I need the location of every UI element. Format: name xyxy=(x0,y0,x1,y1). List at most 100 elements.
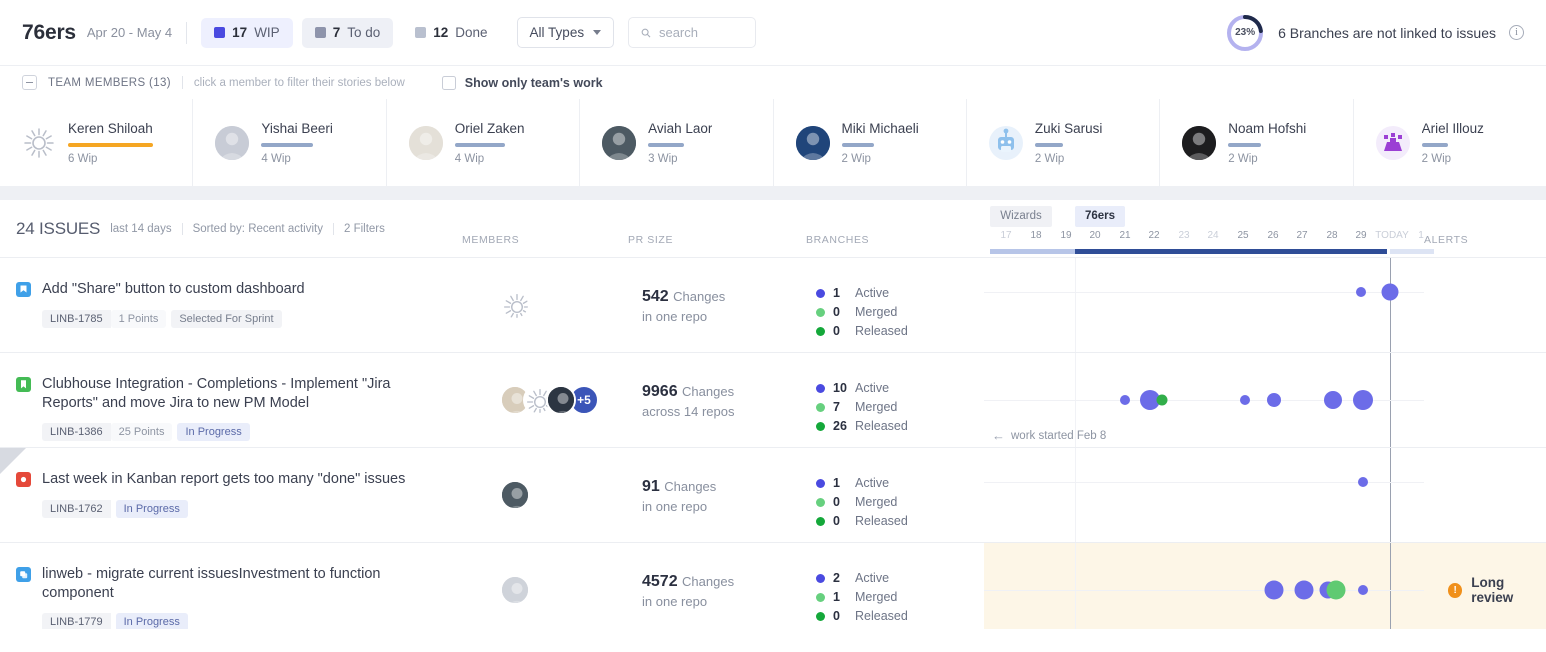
status-filter-wip[interactable]: 17 WIP xyxy=(201,17,293,48)
alert-badge[interactable]: ! Long review xyxy=(1448,575,1546,605)
team-member-name: Keren Shiloah xyxy=(68,120,153,136)
status-label: WIP xyxy=(254,25,280,40)
branch-count: 1 xyxy=(833,286,840,300)
branch-count: 10 xyxy=(833,381,847,395)
column-header-members: MEMBERS xyxy=(462,233,520,246)
status-filter-done[interactable]: 12 Done xyxy=(402,18,500,48)
table-row[interactable]: Last week in Kanban report gets too many… xyxy=(0,448,1546,543)
checkbox[interactable] xyxy=(441,75,456,90)
timeline-tick: 21 xyxy=(1119,230,1131,241)
timeline-cell[interactable] xyxy=(984,258,1424,352)
issue-cell[interactable]: Last week in Kanban report gets too many… xyxy=(0,448,462,542)
issues-table-body[interactable]: Add "Share" button to custom dashboard LI… xyxy=(0,258,1546,629)
issue-title[interactable]: linweb - migrate current issuesInvestmen… xyxy=(42,565,442,602)
checkbox-label: Show only team's work xyxy=(464,75,603,90)
show-only-team-work-toggle[interactable]: Show only team's work xyxy=(441,75,603,90)
info-icon[interactable]: i xyxy=(1509,25,1524,40)
issue-title[interactable]: Clubhouse Integration - Completions - Im… xyxy=(42,375,442,412)
timeline-tick: 22 xyxy=(1148,230,1160,241)
section-divider xyxy=(0,186,1546,200)
issues-filters[interactable]: 2 Filters xyxy=(344,223,385,235)
team-member-card[interactable]: Ariel Illouz 2 Wip xyxy=(1352,99,1546,186)
team-member-wip-count: 2 Wip xyxy=(1421,152,1452,165)
issue-cell[interactable]: Add "Share" button to custom dashboard LI… xyxy=(0,258,462,352)
issue-cell[interactable]: Clubhouse Integration - Completions - Im… xyxy=(0,353,462,447)
commit-bubble[interactable] xyxy=(1324,391,1342,409)
commit-bubble[interactable] xyxy=(1358,585,1368,595)
issue-status-badge: In Progress xyxy=(115,499,188,518)
team-member-wip-bar xyxy=(841,142,874,147)
timeline-cell[interactable] xyxy=(984,448,1424,542)
branch-status-dot xyxy=(816,326,825,336)
commit-bubble[interactable] xyxy=(1156,394,1168,406)
commit-bubble[interactable] xyxy=(1294,580,1314,600)
team-member-card[interactable]: Aviah Laor 3 Wip xyxy=(579,99,772,186)
issue-key[interactable]: LINB-1386 xyxy=(42,423,111,442)
commit-bubble[interactable] xyxy=(1381,283,1399,301)
branch-label: Active xyxy=(855,286,890,300)
timeline-cell[interactable] xyxy=(984,543,1424,629)
team-member-card[interactable]: Miki Michaeli 2 Wip xyxy=(772,99,966,186)
status-swatch xyxy=(415,27,427,38)
team-member-card[interactable]: Noam Hofshi 2 Wip xyxy=(1159,99,1352,186)
commit-bubble[interactable] xyxy=(1358,477,1368,487)
branch-count: 2 xyxy=(833,571,840,585)
issue-text-block: Last week in Kanban report gets too many… xyxy=(42,470,405,542)
team-member-card[interactable]: Yishai Beeri 4 Wip xyxy=(192,99,385,186)
branch-label: Merged xyxy=(855,305,898,319)
commit-bubble[interactable] xyxy=(1326,580,1346,600)
sprint-bar xyxy=(1390,249,1434,254)
table-row[interactable]: Add "Share" button to custom dashboard LI… xyxy=(0,258,1546,353)
issue-tags: LINB-1785 1 Points Selected For Sprint xyxy=(42,309,305,328)
sprint-tag[interactable]: Wizards xyxy=(990,206,1052,227)
issue-key[interactable]: LINB-1779 xyxy=(42,613,111,629)
donut-percent-label: 23% xyxy=(1235,27,1256,38)
issue-member-stack[interactable] xyxy=(500,575,530,605)
issue-key[interactable]: LINB-1762 xyxy=(42,499,111,518)
table-row[interactable]: Clubhouse Integration - Completions - Im… xyxy=(0,353,1546,448)
commit-bubble[interactable] xyxy=(1240,395,1250,405)
issues-sort[interactable]: Sorted by: Recent activity xyxy=(193,223,323,235)
sprint-tag[interactable]: 76ers xyxy=(1075,206,1125,227)
issue-cell[interactable]: linweb - migrate current issuesInvestmen… xyxy=(0,543,462,629)
search-input[interactable] xyxy=(658,25,744,40)
issue-key[interactable]: LINB-1785 xyxy=(42,309,111,328)
branch-count: 0 xyxy=(833,324,840,338)
commit-bubble[interactable] xyxy=(1353,390,1373,410)
commit-bubble[interactable] xyxy=(1267,393,1281,407)
issue-member-stack[interactable]: +5 xyxy=(500,385,599,415)
team-member-card[interactable]: Oriel Zaken 4 Wip xyxy=(385,99,579,186)
team-member-info: Noam Hofshi 2 Wip xyxy=(1228,121,1306,165)
timeline-cell[interactable]: ← work started Feb 8 xyxy=(984,353,1424,447)
commit-bubble[interactable] xyxy=(1264,580,1284,600)
timeline-tick: 23 xyxy=(1178,230,1190,241)
issue-title[interactable]: Last week in Kanban report gets too many… xyxy=(42,470,405,489)
issue-member-stack[interactable] xyxy=(500,480,530,510)
team-member-info: Miki Michaeli 2 Wip xyxy=(841,121,919,165)
issue-member-stack[interactable] xyxy=(500,290,530,320)
photo-avatar xyxy=(500,480,530,510)
status-label: To do xyxy=(347,25,381,40)
team-member-card[interactable]: Zuki Sarusi 2 Wip xyxy=(965,99,1159,186)
team-member-info: Keren Shiloah 6 Wip xyxy=(68,121,153,165)
status-filter-to-do[interactable]: 7 To do xyxy=(301,17,394,48)
table-row[interactable]: linweb - migrate current issuesInvestmen… xyxy=(0,543,1546,629)
column-header-branches: BRANCHES xyxy=(806,233,870,246)
pr-repo-info: in one repo xyxy=(642,309,708,324)
team-member-card[interactable]: Keren Shiloah 6 Wip xyxy=(0,99,192,186)
team-member-wip-count: 2 Wip xyxy=(1034,152,1065,165)
collapse-team-button[interactable] xyxy=(22,75,37,90)
type-filter-select[interactable]: All Types xyxy=(516,17,615,48)
branch-label: Released xyxy=(855,609,908,623)
commit-bubble[interactable] xyxy=(1356,287,1366,297)
linked-branches-donut: 23% xyxy=(1225,13,1265,53)
sprint-divider-line xyxy=(1075,543,1076,629)
sprint-bar xyxy=(990,249,1075,254)
team-member-info: Yishai Beeri 4 Wip xyxy=(261,121,333,165)
issue-title[interactable]: Add "Share" button to custom dashboard xyxy=(42,280,305,299)
team-member-wip-bar xyxy=(1034,142,1064,147)
search-box[interactable] xyxy=(628,17,757,48)
branch-label: Released xyxy=(855,324,908,338)
commit-bubble[interactable] xyxy=(1120,395,1130,405)
minus-icon xyxy=(26,81,33,84)
